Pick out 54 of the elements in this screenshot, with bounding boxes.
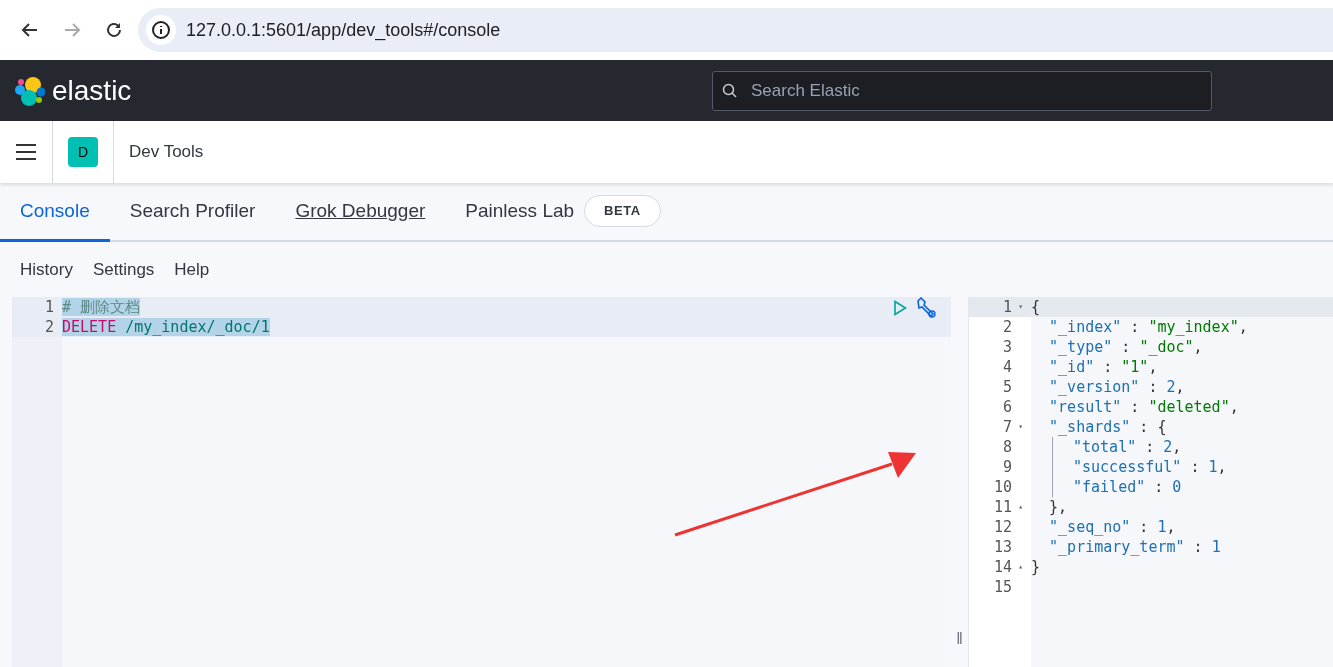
logo-icon[interactable] bbox=[14, 74, 46, 107]
line-number: 7 bbox=[1002, 417, 1012, 437]
code-line: "total" : 2, bbox=[1073, 438, 1182, 456]
line-number: 10 bbox=[993, 477, 1012, 497]
line-number: 12 bbox=[993, 517, 1012, 537]
line-number: 4 bbox=[1002, 357, 1012, 377]
tab[interactable]: Painless Lab BETA bbox=[445, 183, 681, 242]
line-number: 15 bbox=[993, 577, 1012, 597]
fold-toggle[interactable]: ▾ bbox=[1014, 297, 1023, 317]
tab[interactable]: Grok Debugger bbox=[275, 183, 446, 242]
play-icon[interactable] bbox=[893, 300, 907, 316]
line-number: 1 bbox=[1002, 297, 1012, 317]
fold-toggle[interactable]: ▴ bbox=[1014, 497, 1023, 517]
line-number: 14 bbox=[993, 557, 1012, 577]
code-line: "_shards" : { bbox=[1048, 418, 1167, 436]
search-field[interactable]: Search Elastic bbox=[712, 70, 1212, 111]
code-line: "_id" : "1", bbox=[1048, 358, 1158, 376]
menu-link[interactable]: History bbox=[10, 256, 83, 283]
line-number: 2 bbox=[1002, 317, 1012, 337]
reload-icon[interactable] bbox=[104, 20, 124, 40]
line-number: 11 bbox=[993, 497, 1012, 517]
code-line: "successful" : 1, bbox=[1073, 458, 1227, 476]
line-number: 1 bbox=[12, 297, 62, 317]
logo-text[interactable]: elastic bbox=[52, 69, 132, 112]
line-number: 5 bbox=[1002, 377, 1012, 397]
menu-link[interactable]: Help bbox=[164, 256, 220, 283]
avatar[interactable]: D bbox=[68, 137, 98, 167]
line-number: 2 bbox=[12, 317, 62, 337]
menu-icon[interactable] bbox=[15, 143, 37, 161]
tab[interactable]: Search Profiler bbox=[109, 183, 276, 242]
fold-toggle[interactable]: ▾ bbox=[1014, 417, 1023, 437]
beta-badge: BETA bbox=[584, 195, 661, 227]
fold-toggle[interactable]: ▴ bbox=[1014, 557, 1023, 577]
code-line: } bbox=[1031, 558, 1041, 576]
resize-handle[interactable]: ‖ bbox=[956, 627, 963, 651]
code-line: { bbox=[1031, 298, 1041, 316]
url-text[interactable]: 127.0.0.1:5601/app/dev_tools#/console bbox=[186, 16, 501, 44]
code-line: "result" : "deleted", bbox=[1048, 398, 1239, 416]
code-line: "_type" : "_doc", bbox=[1048, 338, 1203, 356]
line-number: 3 bbox=[1002, 337, 1012, 357]
wrench-icon[interactable] bbox=[915, 297, 937, 319]
page-title: Dev Tools bbox=[128, 141, 204, 164]
line-number: 6 bbox=[1002, 397, 1012, 417]
info-icon[interactable] bbox=[146, 15, 176, 45]
line-number: 8 bbox=[1002, 437, 1012, 457]
line-number: 13 bbox=[993, 537, 1012, 557]
code-line: "failed" : 0 bbox=[1073, 478, 1182, 496]
line-number: 9 bbox=[1002, 457, 1012, 477]
code-line: }, bbox=[1048, 498, 1068, 516]
menu-link[interactable]: Settings bbox=[82, 256, 165, 283]
code-line: "_version" : 2, bbox=[1048, 378, 1185, 396]
code-line: "_primary_term" : 1 bbox=[1048, 538, 1221, 556]
code-line: "_seq_no" : 1, bbox=[1048, 518, 1176, 536]
code-line: "_index" : "my_index", bbox=[1048, 318, 1248, 336]
